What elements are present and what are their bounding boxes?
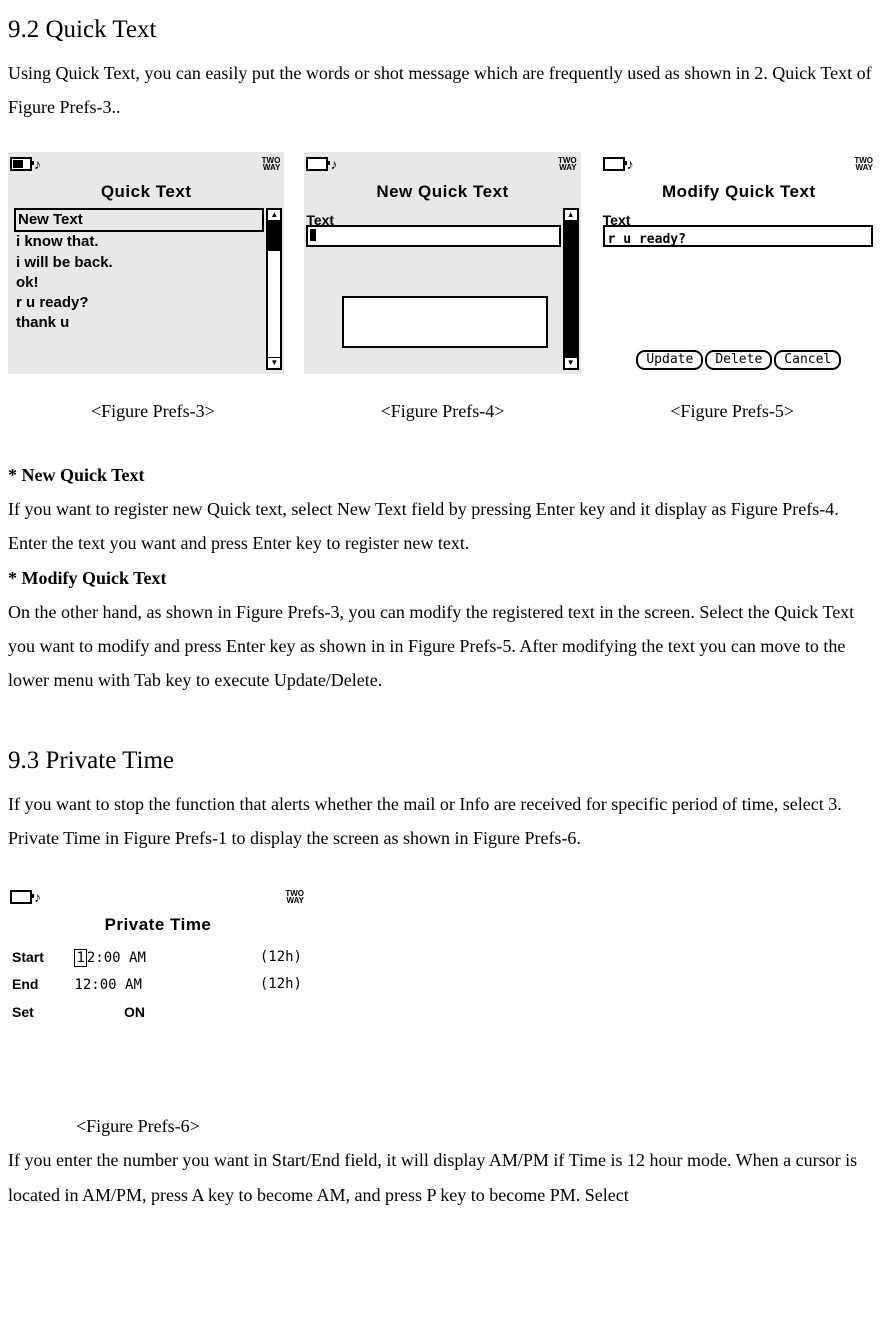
list-item[interactable]: r u ready? xyxy=(16,293,262,313)
private-time-row-start[interactable]: Start 12:00 AM (12h) xyxy=(12,944,302,972)
screen-title: Modify Quick Text xyxy=(601,174,877,208)
scroll-up-icon[interactable]: ▲ xyxy=(565,210,577,221)
row-value[interactable]: ON xyxy=(74,999,194,1026)
status-bar: ♪ TWO WAY xyxy=(8,885,308,907)
battery-icon xyxy=(10,157,32,171)
status-bar: ♪ TWO WAY xyxy=(304,152,580,174)
figures-row-1: ♪ TWO WAY Quick Text New Text i know tha… xyxy=(8,152,877,374)
section-heading-quick-text: 9.2 Quick Text xyxy=(8,6,877,54)
screen-title: Private Time xyxy=(8,907,308,941)
list-item-new-text[interactable]: New Text xyxy=(14,208,264,232)
private-time-paragraph-2: If you enter the number you want in Star… xyxy=(8,1143,877,1211)
scroll-down-icon[interactable]: ▼ xyxy=(565,357,577,368)
section-92-paragraph: Using Quick Text, you can easily put the… xyxy=(8,56,877,124)
modify-quick-text-heading: * Modify Quick Text xyxy=(8,568,167,588)
scroll-up-icon[interactable]: ▲ xyxy=(268,210,280,221)
screen-title: Quick Text xyxy=(8,174,284,208)
battery-icon xyxy=(306,157,328,171)
text-cursor xyxy=(310,229,316,241)
screen-title: New Quick Text xyxy=(304,174,580,208)
modify-quick-text-paragraph: On the other hand, as shown in Figure Pr… xyxy=(8,595,877,698)
status-bar: ♪ TWO WAY xyxy=(8,152,284,174)
scrollbar[interactable]: ▲ ▼ xyxy=(266,208,282,370)
new-quick-text-heading: * New Quick Text xyxy=(8,465,145,485)
delete-button[interactable]: Delete xyxy=(705,350,772,370)
text-input[interactable]: r u ready? xyxy=(603,225,873,247)
section-93-paragraph: If you want to stop the function that al… xyxy=(8,787,877,855)
scroll-down-icon[interactable]: ▼ xyxy=(268,357,280,368)
status-bar: ♪ TWO WAY xyxy=(601,152,877,174)
figure-caption: <Figure Prefs-3> xyxy=(8,394,298,428)
row-time[interactable]: 12:00 AM xyxy=(74,972,141,999)
figure-captions-row: <Figure Prefs-3> <Figure Prefs-4> <Figur… xyxy=(8,394,877,428)
figure-caption: <Figure Prefs-5> xyxy=(587,394,877,428)
new-quick-text-paragraph: If you want to register new Quick text, … xyxy=(8,492,877,560)
row-label: Start xyxy=(12,944,66,971)
battery-icon xyxy=(603,157,625,171)
device-screen-quick-text: ♪ TWO WAY Quick Text New Text i know tha… xyxy=(8,152,284,374)
private-time-row-end[interactable]: End 12:00 AM (12h) xyxy=(12,971,302,999)
row-label: Set xyxy=(12,999,66,1026)
row-label: End xyxy=(12,971,66,998)
figure-caption: <Figure Prefs-6> xyxy=(76,1109,877,1143)
battery-icon xyxy=(10,890,32,904)
figure-caption: <Figure Prefs-4> xyxy=(298,394,588,428)
row-mode: (12h) xyxy=(260,971,302,998)
scrollbar-thumb[interactable] xyxy=(565,221,577,357)
two-way-indicator: TWO WAY xyxy=(285,890,304,904)
private-time-rows: Start 12:00 AM (12h) End 12:00 AM (12h) … xyxy=(8,942,308,1102)
two-way-indicator: TWO WAY xyxy=(854,157,873,171)
text-input[interactable] xyxy=(306,225,560,247)
cancel-button[interactable]: Cancel xyxy=(774,350,841,370)
time-hour-selected[interactable]: 1 xyxy=(74,949,86,967)
scrollbar-thumb[interactable] xyxy=(268,221,280,251)
private-time-row-set[interactable]: Set ON xyxy=(12,999,302,1027)
two-way-indicator: TWO WAY xyxy=(558,157,577,171)
list-item[interactable]: i will be back. xyxy=(16,253,262,273)
two-way-indicator: TWO WAY xyxy=(262,157,281,171)
row-time[interactable]: 2:00 AM xyxy=(87,945,146,972)
row-mode: (12h) xyxy=(260,944,302,971)
list-item[interactable]: i know that. xyxy=(16,232,262,252)
device-screen-private-time: ♪ TWO WAY Private Time Start 12:00 AM (1… xyxy=(8,885,308,1101)
update-button[interactable]: Update xyxy=(636,350,703,370)
device-screen-new-quick-text: ♪ TWO WAY New Quick Text Text ▲ ▼ xyxy=(304,152,580,374)
text-input-value: r u ready? xyxy=(605,227,871,254)
list-item[interactable]: thank u xyxy=(16,313,262,333)
section-heading-private-time: 9.3 Private Time xyxy=(8,737,877,785)
list-item[interactable]: ok! xyxy=(16,273,262,293)
device-screen-modify-quick-text: ♪ TWO WAY Modify Quick Text Text r u rea… xyxy=(601,152,877,374)
scrollbar[interactable]: ▲ ▼ xyxy=(563,208,579,370)
quick-text-list[interactable]: New Text i know that. i will be back. ok… xyxy=(8,208,266,374)
overlay-box xyxy=(342,296,548,348)
